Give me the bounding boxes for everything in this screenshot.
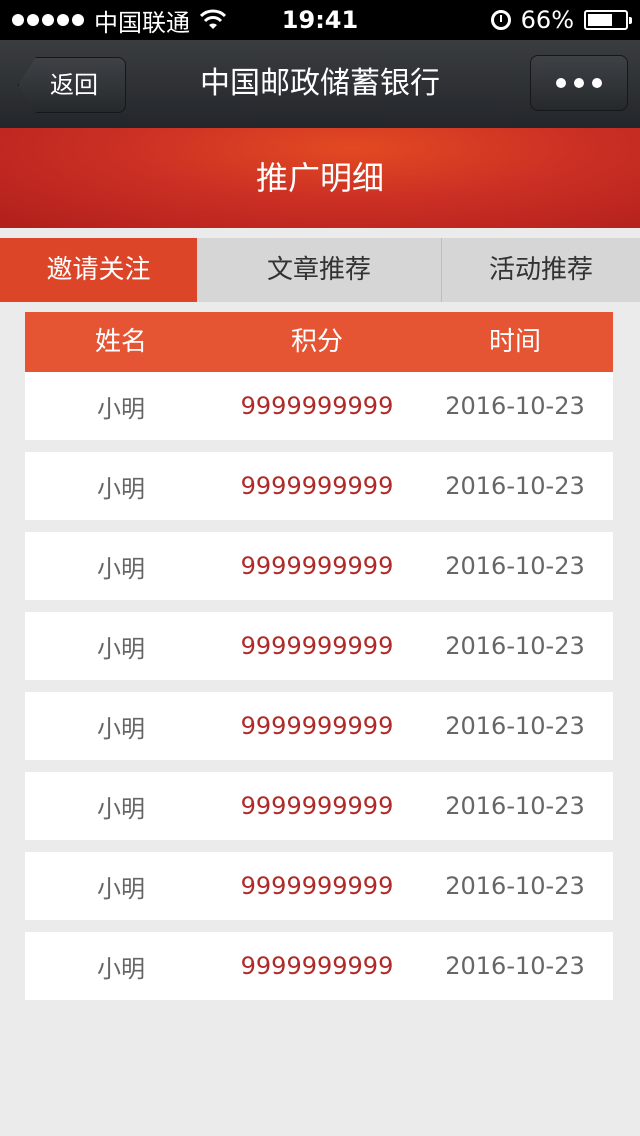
cell-name: 小明	[97, 634, 145, 663]
more-dots-icon	[556, 78, 566, 88]
cell-points: 9999999999	[240, 792, 394, 820]
cell-time: 2016-10-23	[445, 872, 585, 900]
status-right: 66%	[490, 0, 632, 40]
table-row: 小明 9999999999 2016-10-23	[25, 452, 613, 520]
table-header: 姓名 积分 时间	[25, 312, 613, 372]
cell-name: 小明	[97, 874, 145, 903]
banner-title: 推广明细	[255, 159, 384, 197]
header-points: 积分	[290, 327, 343, 357]
cell-points: 9999999999	[240, 392, 394, 420]
cell-name: 小明	[97, 474, 145, 503]
navigation-bar: 返回 中国邮政储蓄银行	[0, 40, 640, 128]
cell-points: 9999999999	[240, 952, 394, 980]
tab-article-recommend[interactable]: 文章推荐	[197, 238, 442, 302]
cell-time: 2016-10-23	[445, 632, 585, 660]
more-button[interactable]	[530, 55, 628, 111]
header-name: 姓名	[94, 327, 147, 357]
cell-time: 2016-10-23	[445, 712, 585, 740]
tab-invite-follow[interactable]: 邀请关注	[0, 238, 197, 302]
table-row: 小明 9999999999 2016-10-23	[25, 372, 613, 440]
header-time: 时间	[488, 327, 541, 357]
battery-percent: 66%	[520, 6, 574, 34]
table-body: 小明 9999999999 2016-10-23 小明 9999999999 2…	[25, 372, 613, 1012]
cell-points: 9999999999	[240, 632, 394, 660]
tab-activity-recommend[interactable]: 活动推荐	[442, 238, 640, 302]
table-row: 小明 9999999999 2016-10-23	[25, 852, 613, 920]
battery-fill	[588, 14, 612, 26]
table-row: 小明 9999999999 2016-10-23	[25, 692, 613, 760]
cell-points: 9999999999	[240, 712, 394, 740]
cell-name: 小明	[97, 954, 145, 983]
section-banner: 推广明细	[0, 128, 640, 228]
cell-time: 2016-10-23	[445, 792, 585, 820]
back-button-label: 返回	[50, 71, 98, 99]
cell-name: 小明	[97, 554, 145, 583]
tab-bar: 邀请关注 文章推荐 活动推荐	[0, 238, 640, 302]
alarm-icon	[490, 10, 511, 30]
cell-points: 9999999999	[240, 472, 394, 500]
cell-name: 小明	[97, 394, 145, 423]
more-dot	[592, 78, 602, 88]
cell-points: 9999999999	[240, 872, 394, 900]
cell-name: 小明	[97, 714, 145, 743]
cell-name: 小明	[97, 794, 145, 823]
table-row: 小明 9999999999 2016-10-23	[25, 612, 613, 680]
page-title: 中国邮政储蓄银行	[200, 66, 440, 101]
status-bar: 中国联通 19:41 66%	[0, 0, 640, 40]
table-row: 小明 9999999999 2016-10-23	[25, 772, 613, 840]
cell-time: 2016-10-23	[445, 552, 585, 580]
table-row: 小明 9999999999 2016-10-23	[25, 932, 613, 1000]
back-button[interactable]: 返回	[18, 57, 126, 113]
more-dot	[574, 78, 584, 88]
cell-time: 2016-10-23	[445, 392, 585, 420]
battery-icon	[584, 10, 632, 30]
cell-time: 2016-10-23	[445, 952, 585, 980]
table-row: 小明 9999999999 2016-10-23	[25, 532, 613, 600]
cell-points: 9999999999	[240, 552, 394, 580]
cell-time: 2016-10-23	[445, 472, 585, 500]
